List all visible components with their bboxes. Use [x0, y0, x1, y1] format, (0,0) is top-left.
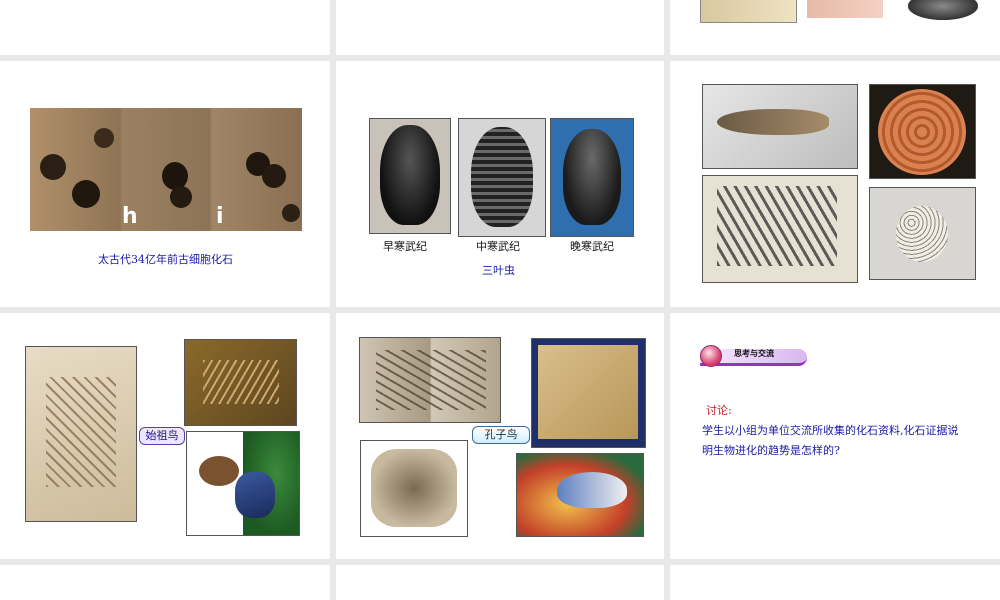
cell-fossil-photo: h i: [30, 108, 302, 231]
slab-icon: [538, 345, 638, 439]
cell-dark: [40, 154, 66, 180]
slide-archaeopteryx[interactable]: 始祖鸟: [0, 313, 330, 559]
bird-illustration-icon: [557, 472, 627, 508]
slide-archean-cells[interactable]: h i 太古代34亿年前古细胞化石: [0, 61, 330, 307]
skeleton-icon: [376, 350, 486, 410]
archean-caption: 太古代34亿年前古细胞化石: [98, 253, 233, 266]
fossil-thumbnail: [908, 0, 978, 20]
slide-row1-col2[interactable]: [336, 0, 664, 55]
trilobite-early-photo: [369, 118, 451, 234]
fossil-thumbnail: [807, 0, 883, 18]
coral-icon: [896, 206, 948, 262]
trilobite-icon: [471, 127, 533, 227]
banner-icon: [700, 345, 722, 367]
archaeopteryx-tag: 始祖鸟: [139, 427, 185, 445]
trilobite-late-photo: [550, 118, 634, 237]
coral-fossil-photo: [869, 187, 976, 280]
trilobite-middle-label: 中寒武纪: [476, 240, 520, 253]
photo-letter-i: i: [216, 204, 224, 229]
slide-row4-col3[interactable]: [670, 565, 1000, 600]
discussion-text: 学生以小组为单位交流所收集的化石资料,化石证据说明生物进化的趋势是怎样的?: [702, 424, 959, 457]
confuciusornis-illustration: [516, 453, 644, 537]
ammonite-icon: [878, 89, 966, 175]
archaeopteryx-fossil-photo: [25, 346, 137, 522]
skeleton-icon: [371, 449, 457, 527]
bird-fossil-icon: [203, 360, 279, 404]
slide-discussion[interactable]: 思考与交流 讨论: 学生以小组为单位交流所收集的化石资料,化石证据说明生物进化的…: [670, 313, 1000, 559]
trilobite-late-label: 晚寒武纪: [570, 240, 614, 253]
fish-icon: [717, 109, 829, 135]
slide-row1-col1[interactable]: [0, 0, 330, 55]
confuciusornis-fossil-photo-2: [360, 440, 468, 537]
trilobite-early-label: 早寒武纪: [383, 240, 427, 253]
skeleton-icon: [46, 377, 116, 487]
trilobite-icon: [380, 125, 440, 225]
trilobite-caption: 三叶虫: [482, 264, 515, 277]
discussion-heading: 讨论:: [706, 404, 732, 417]
plant-icon: [717, 186, 837, 266]
archaeopteryx-illustration: [186, 431, 300, 536]
confuciusornis-tag: 孔子鸟: [472, 426, 530, 444]
slide-row1-col3[interactable]: [670, 0, 1000, 55]
archaeopteryx-fossil-photo-2: [184, 339, 297, 426]
slide-trilobites[interactable]: 早寒武纪 中寒武纪 晚寒武纪 三叶虫: [336, 61, 664, 307]
trilobite-middle-photo: [458, 118, 546, 237]
section-banner-label: 思考与交流: [734, 348, 774, 358]
trilobite-icon: [563, 129, 621, 225]
plant-fossil-photo: [702, 175, 858, 283]
bird-illustration-icon: [235, 472, 275, 518]
cell-dark: [282, 204, 300, 222]
photo-letter-h: h: [122, 204, 138, 229]
slide-fossil-collage[interactable]: [670, 61, 1000, 307]
slide-row4-col2[interactable]: [336, 565, 664, 600]
fish-fossil-photo: [702, 84, 858, 169]
slide-confuciusornis[interactable]: 孔子鸟: [336, 313, 664, 559]
cell-dark: [170, 186, 192, 208]
confuciusornis-fossil-photo: [359, 337, 501, 423]
ammonite-fossil-photo: [869, 84, 976, 179]
bird-illustration-icon: [199, 456, 239, 486]
fossil-thumbnail: [700, 0, 797, 23]
confuciusornis-slab-photo: [531, 338, 646, 448]
cell-dark: [72, 180, 100, 208]
slide-row4-col1[interactable]: [0, 565, 330, 600]
cell-dark: [94, 128, 114, 148]
cell-dark: [262, 164, 286, 188]
